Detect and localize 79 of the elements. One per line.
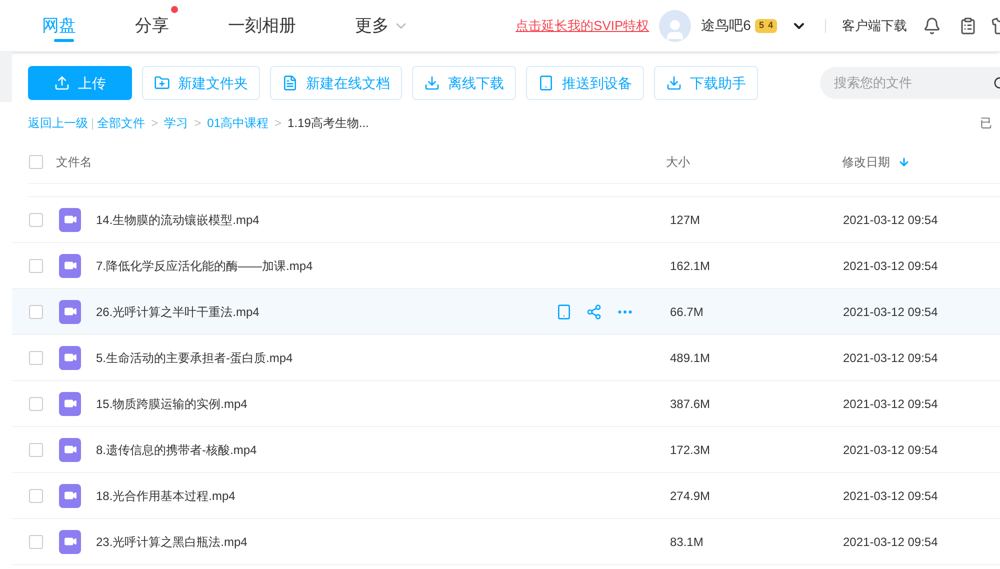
- file-name[interactable]: 5.生命活动的主要承担者-蛋白质.mp4: [96, 348, 556, 366]
- row-checkbox[interactable]: [29, 534, 43, 548]
- search-input[interactable]: 搜索您的文件: [834, 73, 993, 93]
- clipboard-icon[interactable]: [959, 16, 977, 34]
- document-icon: [282, 75, 298, 91]
- file-name[interactable]: 26.光呼计算之半叶干重法.mp4: [96, 302, 556, 320]
- file-name[interactable]: 14.生物膜的流动镶嵌模型.mp4: [96, 210, 556, 228]
- file-row[interactable]: 26.光呼计算之半叶干重法.mp4 66.7M 2021-03-12 09:54: [12, 289, 1000, 335]
- file-row[interactable]: 5.生命活动的主要承担者-蛋白质.mp4 489.1M 2021-03-12 09:54: [12, 335, 1000, 381]
- breadcrumb-divider: |: [91, 115, 94, 132]
- file-name[interactable]: 18.光合作用基本过程.mp4: [96, 486, 556, 504]
- file-size: 66.7M: [670, 304, 704, 320]
- file-name[interactable]: 8.遗传信息的携带者-核酸.mp4: [96, 440, 556, 458]
- select-all-checkbox[interactable]: [29, 154, 43, 168]
- file-size: 162.1M: [670, 258, 712, 274]
- avatar[interactable]: [659, 10, 692, 42]
- share-icon[interactable]: [586, 304, 602, 320]
- nav-tab[interactable]: 分享: [135, 0, 178, 52]
- video-file-icon: [59, 346, 81, 370]
- row-checkbox[interactable]: [29, 442, 43, 456]
- modified-date: 2021-03-12 09:54: [843, 442, 938, 458]
- row-checkbox[interactable]: [29, 350, 43, 364]
- download-icon: [424, 75, 440, 91]
- nav-tab[interactable]: 更多: [355, 0, 418, 52]
- video-file-icon: [59, 254, 81, 278]
- load-status: 已: [980, 115, 992, 132]
- file-size: 127M: [670, 212, 702, 228]
- row-checkbox[interactable]: [29, 212, 43, 226]
- modified-date: 2021-03-12 09:54: [843, 258, 938, 274]
- promo-link[interactable]: 点击延长我的SVIP特权: [516, 16, 650, 36]
- breadcrumb-current[interactable]: 1.19高考生物...: [288, 114, 369, 132]
- device-icon: [538, 75, 554, 91]
- modified-date: 2021-03-12 09:54: [843, 488, 938, 504]
- row-checkbox[interactable]: [29, 258, 43, 272]
- row-checkbox[interactable]: [29, 304, 43, 318]
- file-row[interactable]: 18.光合作用基本过程.mp4 274.9M 2021-03-12 09:54: [12, 473, 1000, 519]
- video-file-icon: [59, 438, 81, 462]
- active-underline: [54, 38, 74, 42]
- sort-arrow-icon: [898, 156, 910, 168]
- video-file-icon: [59, 484, 81, 508]
- column-header[interactable]: 修改日期: [842, 152, 910, 170]
- video-file-icon: [59, 300, 81, 324]
- row-checkbox[interactable]: [29, 396, 43, 410]
- client-download-link[interactable]: 客户端下载: [842, 16, 907, 36]
- file-size: 172.3M: [670, 442, 712, 458]
- video-file-icon: [59, 530, 81, 554]
- video-file-icon: [59, 392, 81, 416]
- file-row[interactable]: 23.光呼计算之黑白瓶法.mp4 83.1M 2021-03-12 09:54: [12, 519, 1000, 565]
- row-checkbox[interactable]: [29, 488, 43, 502]
- upload-icon: [54, 75, 70, 91]
- vip-badge: 5 4: [754, 18, 777, 32]
- device-icon[interactable]: [556, 304, 572, 320]
- file-name[interactable]: 23.光呼计算之黑白瓶法.mp4: [96, 532, 556, 550]
- folder-plus-icon: [154, 75, 170, 91]
- file-row[interactable]: 15.物质跨膜运输的实例.mp4 387.6M 2021-03-12 09:54: [12, 381, 1000, 427]
- breadcrumb-separator: >: [194, 115, 202, 132]
- file-row[interactable]: 14.生物膜的流动镶嵌模型.mp4 127M 2021-03-12 09:54: [12, 197, 1000, 243]
- nav-tab[interactable]: 一刻相册: [228, 0, 305, 52]
- column-header[interactable]: 大小: [666, 152, 842, 170]
- user-name[interactable]: 途鸟吧6: [701, 15, 751, 36]
- modified-date: 2021-03-12 09:54: [843, 304, 938, 320]
- modified-date: 2021-03-12 09:54: [843, 212, 938, 228]
- file-size: 274.9M: [670, 488, 712, 504]
- bell-icon[interactable]: [923, 16, 941, 34]
- file-size: 387.6M: [670, 396, 712, 412]
- modified-date: 2021-03-12 09:54: [843, 534, 938, 550]
- modified-date: 2021-03-12 09:54: [843, 350, 938, 366]
- search-field[interactable]: 搜索您的文件: [820, 67, 1000, 99]
- file-size: 489.1M: [670, 350, 712, 366]
- file-size: 83.1M: [670, 534, 704, 550]
- modified-date: 2021-03-12 09:54: [843, 396, 938, 412]
- column-header[interactable]: 文件名: [56, 152, 666, 170]
- file-name[interactable]: 7.降低化学反应活化能的酶——加课.mp4: [96, 256, 556, 274]
- breadcrumb-separator: >: [151, 115, 158, 132]
- download-icon: [666, 75, 682, 91]
- file-name[interactable]: 15.物质跨膜运输的实例.mp4: [96, 394, 556, 412]
- breadcrumb-separator: >: [274, 115, 282, 132]
- video-file-icon: [59, 208, 81, 232]
- file-row[interactable]: 8.遗传信息的携带者-核酸.mp4 172.3M 2021-03-12 09:54: [12, 427, 1000, 473]
